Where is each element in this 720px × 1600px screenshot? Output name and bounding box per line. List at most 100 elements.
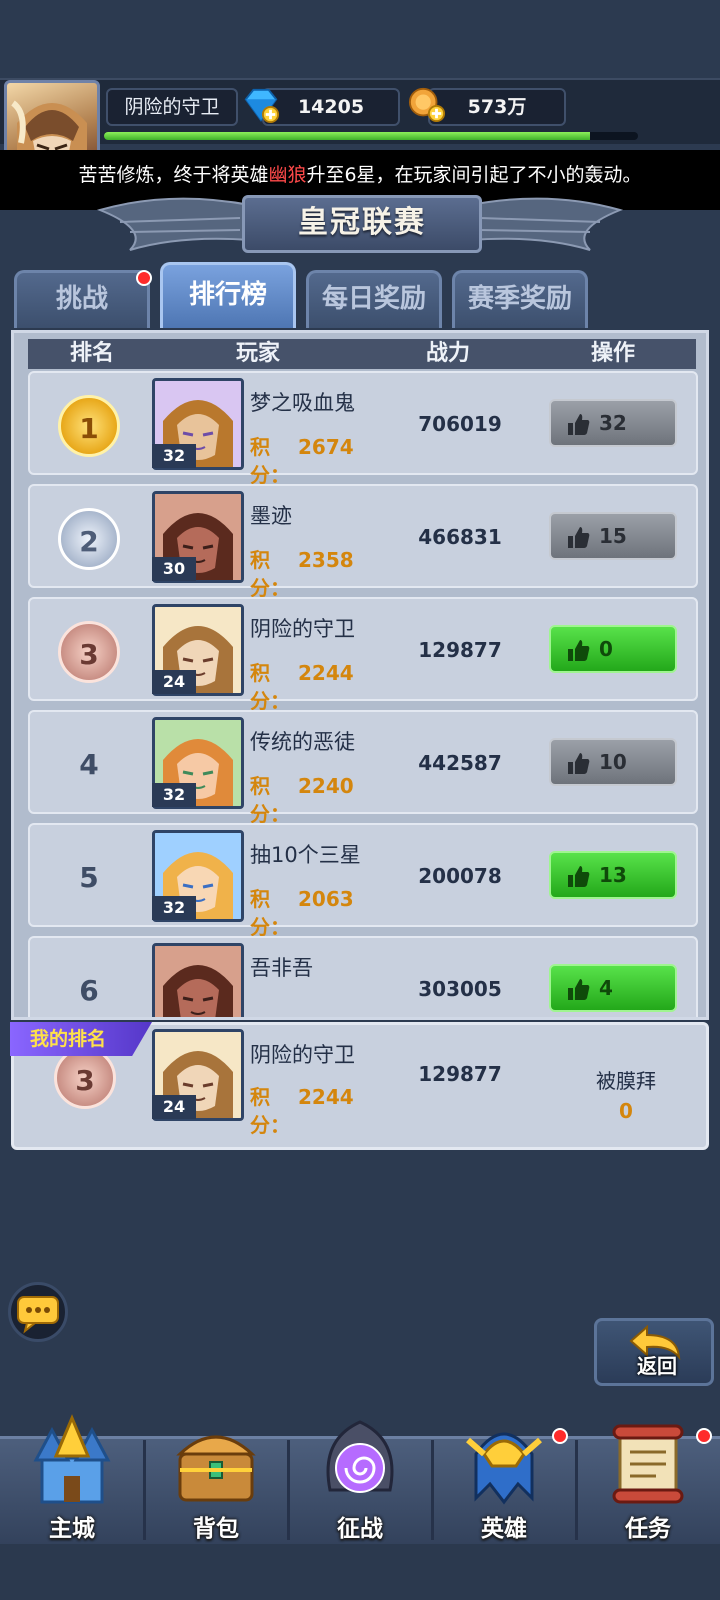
player-power: 442587 [418, 751, 502, 775]
score-label: 积分： [250, 661, 290, 713]
tab-season-rewards[interactable]: 赛季奖励 [452, 270, 588, 328]
tab-challenge[interactable]: 挑战 [14, 270, 150, 328]
player-score: 2063 [298, 887, 354, 911]
like-count: 32 [599, 411, 627, 435]
header-power: 战力 [425, 341, 470, 366]
player-name: 墨迹 [250, 504, 292, 528]
player-name: 阴险的守卫 [106, 88, 238, 126]
player-name: 梦之吸血鬼 [250, 391, 355, 415]
player-score: 2244 [298, 661, 354, 685]
leaderboard-row[interactable]: 4 32 传统的恶徒积分： 2240 442587 10 [28, 710, 698, 826]
nav-item-heroes[interactable]: 英雄 [432, 1410, 576, 1544]
tab-leaderboard[interactable]: 排行榜 [160, 262, 296, 328]
helmet-icon [466, 1432, 542, 1505]
chat-bubble-icon [17, 1296, 59, 1334]
leaderboard-panel[interactable]: 排名 玩家 战力 操作 1 32 梦之吸血鬼 积分： 2674 706019 32 2 30 墨迹… [11, 330, 709, 1020]
my-rank-tag: 我的排名 [10, 1022, 152, 1056]
leaderboard-row[interactable]: 1 32 梦之吸血鬼 积分： 2674 706019 32 [28, 371, 698, 487]
header-player: 玩家 [235, 341, 280, 366]
score-label: 积分： [250, 548, 290, 600]
player-score: 2674 [298, 435, 354, 459]
xp-bar [104, 132, 638, 140]
player-power: 303005 [418, 977, 502, 1001]
like-button[interactable]: 15 [549, 512, 677, 560]
rank-medal: 3 [58, 621, 120, 683]
like-count: 13 [599, 863, 627, 887]
player-power: 706019 [418, 412, 502, 436]
portal-icon [326, 1420, 394, 1493]
gem-add-icon[interactable] [242, 86, 280, 124]
xp-bar-fill [104, 132, 590, 140]
rank-medal: 2 [58, 508, 120, 570]
chat-button[interactable] [8, 1282, 68, 1342]
player-portrait[interactable] [152, 943, 244, 1017]
player-name: 阴险的守卫 [250, 617, 355, 641]
player-power: 129877 [418, 638, 502, 662]
rank-number: 6 [79, 974, 99, 1007]
nav-item-home[interactable]: 主城 [0, 1410, 144, 1544]
nav-label: 背包 [193, 1516, 239, 1542]
thumbs-up-icon [568, 753, 590, 774]
like-button[interactable]: 13 [549, 851, 677, 899]
player-power: 200078 [418, 864, 502, 888]
leaderboard-row[interactable]: 5 32 抽10个三星积分： 2063 200078 13 [28, 823, 698, 939]
header-action: 操作 [590, 341, 635, 366]
scroll-icon [612, 1424, 684, 1504]
player-level: 32 [152, 783, 196, 807]
nav-label: 任务 [625, 1516, 671, 1542]
return-label: 返回 [637, 1354, 677, 1378]
my-rank-medal: 3 [54, 1047, 116, 1109]
my-rank-score: 2244 [298, 1085, 354, 1109]
score-label: 积分： [250, 774, 290, 826]
like-count: 10 [599, 750, 627, 774]
player-name: 传统的恶徒 [250, 730, 355, 754]
my-rank-level: 24 [152, 1095, 196, 1119]
player-score: 2240 [298, 774, 354, 798]
worship-label: 被膜拜 [596, 1069, 656, 1093]
header-rank: 排名 [69, 341, 114, 366]
thumbs-up-icon [568, 866, 590, 887]
thumbs-up-icon [568, 979, 590, 1000]
like-button[interactable]: 32 [549, 399, 677, 447]
rank-number: 5 [79, 861, 99, 894]
gem-count: 14205 [262, 88, 400, 126]
like-button[interactable]: 10 [549, 738, 677, 786]
like-button[interactable]: 4 [549, 964, 677, 1012]
nav-item-quests[interactable]: 任务 [576, 1410, 720, 1544]
player-level: 24 [152, 670, 196, 694]
my-rank-score-label: 积分： [250, 1085, 290, 1137]
player-name: 抽10个三星 [250, 843, 361, 867]
player-name: 吾非吾 [250, 956, 313, 980]
nav-item-bag[interactable]: 背包 [144, 1410, 288, 1544]
like-count: 4 [599, 976, 613, 1000]
thumbs-up-icon [568, 527, 590, 548]
score-label: 积分： [250, 435, 290, 487]
table-header: 排名 玩家 战力 操作 [28, 339, 696, 369]
leaderboard-row[interactable]: 6 吾非吾 303005 4 [28, 936, 698, 1017]
worship-count: 0 [619, 1099, 633, 1123]
rank-number: 4 [79, 748, 99, 781]
gold-count: 573万 [428, 88, 566, 126]
like-button[interactable]: 0 [549, 625, 677, 673]
gold-add-icon[interactable] [408, 85, 446, 123]
nav-item-battle[interactable]: 征战 [288, 1410, 432, 1544]
leaderboard-row[interactable]: 3 24 阴险的守卫积分： 2244 129877 0 [28, 597, 698, 713]
castle-icon [33, 1414, 111, 1504]
player-score: 2358 [298, 548, 354, 572]
nav-label: 英雄 [481, 1516, 527, 1542]
my-rank-power: 129877 [418, 1062, 502, 1086]
player-power: 466831 [418, 525, 502, 549]
tab-challenge-badge [136, 270, 152, 286]
chest-icon [176, 1435, 256, 1502]
like-count: 0 [599, 637, 613, 661]
like-count: 15 [599, 524, 627, 548]
tab-daily-rewards[interactable]: 每日奖励 [306, 270, 442, 328]
nav-badge [696, 1428, 712, 1444]
player-level: 32 [152, 896, 196, 920]
thumbs-up-icon [568, 640, 590, 661]
score-label: 积分： [250, 887, 290, 939]
nav-label: 主城 [49, 1516, 95, 1542]
nav-label: 征战 [337, 1516, 383, 1542]
bottom-strip [0, 1544, 720, 1600]
leaderboard-row[interactable]: 2 30 墨迹 积分： 2358 466831 15 [28, 484, 698, 600]
